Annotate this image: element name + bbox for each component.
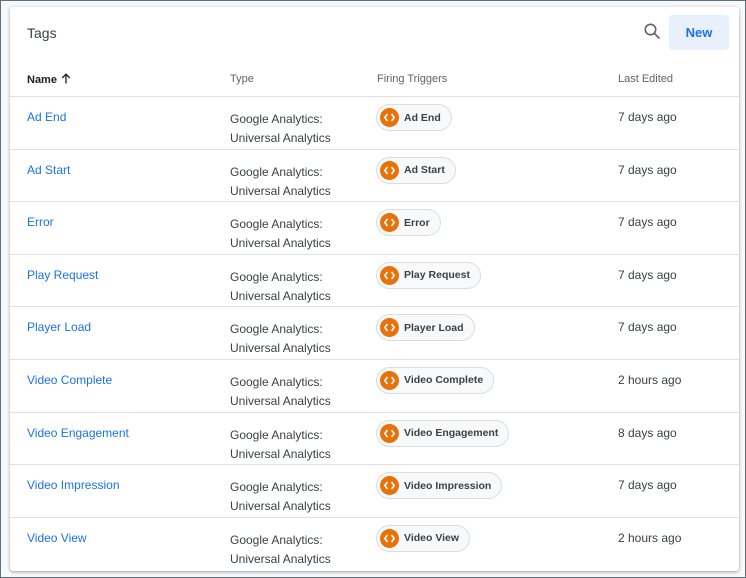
trigger-chip[interactable]: Play Request [376,261,481,289]
last-edited: 7 days ago [618,320,677,335]
tag-type: Google Analytics: Universal Analytics [230,532,331,566]
tag-name-link[interactable]: Player Load [27,320,91,334]
last-edited: 2 hours ago [618,530,682,545]
tag-type: Google Analytics: Universal Analytics [230,217,331,251]
table-header: Name Type Firing Triggers Last Edited [10,59,739,97]
trigger-chip[interactable]: Video Impression [376,472,503,500]
page-title: Tags [27,25,57,41]
tag-name-link[interactable]: Video View [27,531,87,545]
table-row: Play Request Google Analytics: Universal… [10,255,739,308]
last-edited: 2 hours ago [618,372,682,387]
tag-name-link[interactable]: Video Impression [27,478,120,492]
search-button[interactable] [640,21,664,45]
tag-name-link[interactable]: Video Complete [27,373,112,387]
tags-card: Tags New Name Type Firing Triggers Last … [10,7,739,571]
column-header-name-label: Name [27,74,57,86]
last-edited: 7 days ago [618,215,677,230]
tag-name-link[interactable]: Play Request [27,268,98,282]
trigger-chip-label: Video Complete [404,374,484,387]
column-header-firing-triggers[interactable]: Firing Triggers [377,73,447,85]
code-trigger-icon [380,108,399,127]
table-row: Ad End Google Analytics: Universal Analy… [10,97,739,150]
tag-name-link[interactable]: Error [27,215,54,229]
tag-type: Google Analytics: Universal Analytics [230,112,331,145]
code-trigger-icon [380,476,399,496]
trigger-chip-label: Play Request [404,269,470,282]
tag-type: Google Analytics: Universal Analytics [230,164,331,198]
table-row: Video View Google Analytics: Universal A… [10,518,739,571]
table-row: Error Google Analytics: Universal Analyt… [10,202,739,255]
last-edited: 7 days ago [618,162,677,177]
table-row: Ad Start Google Analytics: Universal Ana… [10,150,739,203]
arrow-up-icon [61,73,71,87]
last-edited: 7 days ago [618,110,677,124]
tag-type: Google Analytics: Universal Analytics [230,480,331,514]
trigger-chip[interactable]: Error [376,209,441,237]
trigger-chip-label: Error [404,216,430,229]
code-trigger-icon [380,265,399,285]
last-edited: 8 days ago [618,425,677,440]
trigger-chip[interactable]: Player Load [376,314,475,342]
trigger-chip-label: Ad End [404,111,441,124]
code-trigger-icon [380,213,399,233]
trigger-chip[interactable]: Video View [376,524,471,552]
code-trigger-icon [380,318,399,338]
trigger-chip[interactable]: Ad End [376,104,452,131]
trigger-chip[interactable]: Ad Start [376,156,456,184]
table-row: Player Load Google Analytics: Universal … [10,307,739,360]
code-trigger-icon [380,370,399,390]
trigger-chip-label: Player Load [404,321,464,334]
tag-name-link[interactable]: Ad Start [27,163,70,177]
tag-name-link[interactable]: Video Engagement [27,426,129,440]
trigger-chip[interactable]: Video Engagement [376,419,510,447]
last-edited: 7 days ago [618,478,677,493]
code-trigger-icon [380,160,399,180]
new-tag-button[interactable]: New [669,15,729,50]
last-edited: 7 days ago [618,267,677,282]
tag-name-link[interactable]: Ad End [27,110,66,124]
table-row: Video Engagement Google Analytics: Unive… [10,413,739,466]
window-frame: Tags New Name Type Firing Triggers Last … [0,0,746,578]
tags-table-body: Ad End Google Analytics: Universal Analy… [10,97,739,570]
column-header-name[interactable]: Name [27,73,71,87]
tag-type: Google Analytics: Universal Analytics [230,427,331,461]
tag-type: Google Analytics: Universal Analytics [230,322,331,356]
trigger-chip-label: Video View [404,532,460,545]
tag-type: Google Analytics: Universal Analytics [230,269,331,303]
code-trigger-icon [380,528,399,548]
trigger-chip-label: Video Engagement [404,427,499,440]
trigger-chip-label: Video Impression [404,479,492,492]
table-row: Video Impression Google Analytics: Unive… [10,465,739,518]
search-icon [643,22,661,45]
column-header-last-edited[interactable]: Last Edited [618,73,673,85]
code-trigger-icon [380,423,399,443]
column-header-type[interactable]: Type [230,73,254,85]
trigger-chip-label: Ad Start [404,164,445,177]
table-row: Video Complete Google Analytics: Univers… [10,360,739,413]
trigger-chip[interactable]: Video Complete [376,366,495,394]
tag-type: Google Analytics: Universal Analytics [230,374,331,408]
